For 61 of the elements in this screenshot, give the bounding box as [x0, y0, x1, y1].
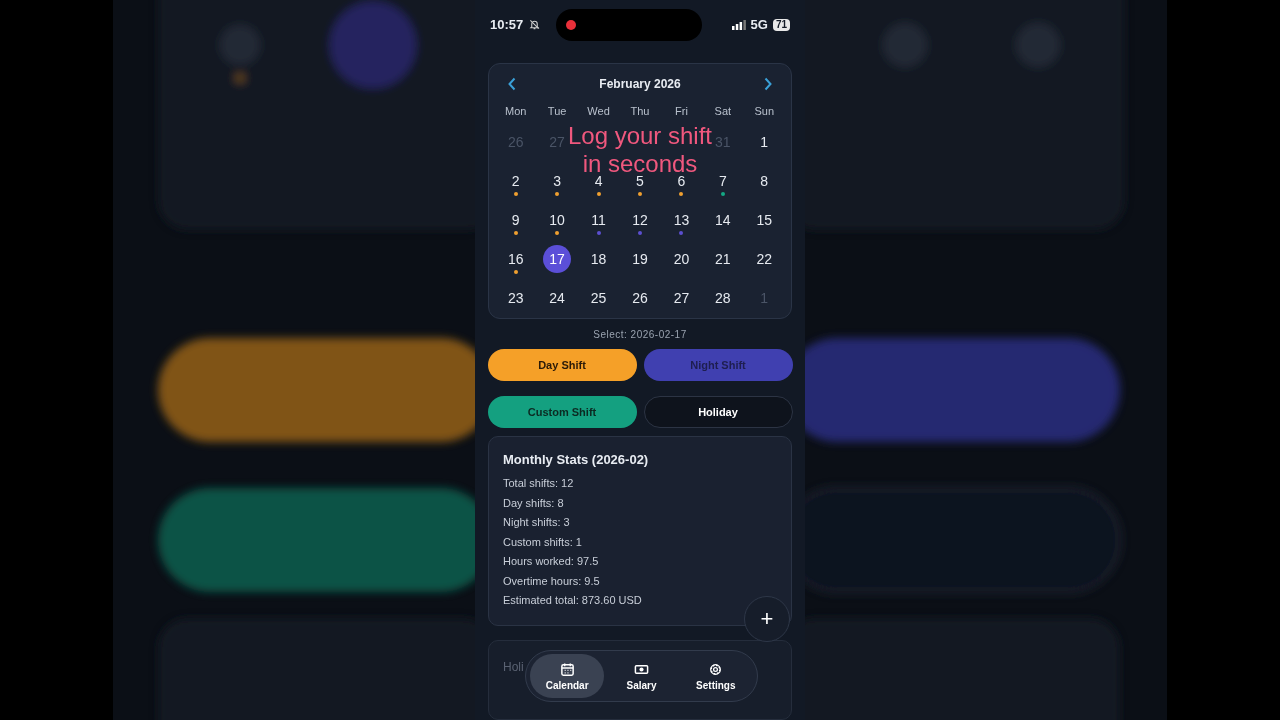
weekday-label: Fri — [674, 104, 689, 120]
selected-date-label: Select: 2026-02-17 — [593, 329, 687, 341]
clock-time: 10:57 — [490, 17, 524, 33]
weekday-label: Thu — [629, 104, 651, 120]
network-label: 5G — [750, 17, 768, 33]
calendar-day[interactable]: 19 — [626, 245, 654, 273]
calendar-day[interactable]: 25 — [584, 284, 613, 312]
calendar-day[interactable]: 27 — [667, 284, 696, 312]
stat-line: Estimated total: 873.60 USD — [503, 593, 643, 609]
calendar-day[interactable]: 20 — [667, 245, 696, 273]
calendar-day[interactable]: 28 — [708, 284, 737, 312]
nav-tab[interactable]: Settings — [678, 654, 753, 698]
weekday-label: Sat — [713, 104, 733, 120]
settings-icon — [708, 661, 724, 677]
calendar-day[interactable]: 18 — [584, 245, 613, 273]
nav-tab[interactable]: Salary — [604, 654, 679, 698]
calendar-day[interactable]: 13 — [667, 206, 696, 234]
nav-tab[interactable]: Calendar — [530, 654, 605, 698]
calendar-day[interactable]: 14 — [708, 206, 737, 234]
signal-icon — [731, 19, 746, 30]
chevron-left-icon[interactable] — [507, 77, 517, 92]
overlay-caption: in seconds — [582, 150, 698, 177]
recording-icon — [566, 19, 577, 30]
calendar-day[interactable]: 7 — [708, 167, 737, 195]
battery-indicator: 71 — [772, 18, 790, 31]
calendar-day[interactable]: 23 — [501, 284, 530, 312]
calendar-day[interactable]: 15 — [750, 206, 779, 234]
shift-button[interactable]: Holiday — [643, 396, 793, 429]
chevron-right-icon[interactable] — [763, 77, 773, 92]
overlay-caption: Log your shift — [567, 122, 713, 150]
weekday-label: Tue — [546, 104, 568, 120]
calendar-day[interactable]: 1 — [750, 128, 779, 156]
stat-line: Custom shifts: 1 — [503, 535, 583, 550]
month-title: February 2026 — [599, 77, 681, 92]
stat-line: Day shifts: 8 — [503, 496, 565, 511]
calendar-day[interactable]: 17 — [543, 245, 572, 273]
calendar-day[interactable]: 3 — [543, 167, 572, 195]
stat-line: Overtime hours: 9.5 — [503, 574, 601, 589]
shift-button[interactable]: Day Shift — [487, 349, 637, 382]
calendar-day[interactable]: 21 — [708, 245, 737, 273]
stat-line: Night shifts: 3 — [503, 515, 571, 531]
calendar-day[interactable]: 11 — [584, 206, 613, 234]
calendar-day[interactable]: 9 — [501, 206, 530, 234]
stat-line: Hours worked: 97.5 — [503, 554, 600, 570]
calendar-day[interactable]: 22 — [750, 245, 779, 273]
calendar-day[interactable]: 8 — [750, 167, 779, 195]
calendar-day[interactable]: 2 — [501, 167, 530, 195]
calendar-day[interactable]: 26 — [626, 284, 654, 312]
stats-title: Monthly Stats (2026-02) — [503, 452, 650, 468]
calendar-icon — [559, 661, 575, 677]
weekday-label: Mon — [504, 104, 528, 120]
calendar-day[interactable]: 10 — [543, 206, 572, 234]
calendar-day[interactable]: 12 — [626, 206, 654, 234]
calendar-day[interactable]: 24 — [543, 284, 572, 312]
weekday-label: Sun — [753, 104, 776, 120]
shift-button[interactable]: Custom Shift — [487, 396, 637, 429]
card-title: Holi — [503, 660, 524, 675]
calendar-day[interactable]: 16 — [501, 245, 530, 273]
weekday-label: Wed — [586, 104, 611, 120]
muted-bell-icon — [529, 19, 541, 31]
stat-line: Total shifts: 12 — [503, 476, 575, 492]
